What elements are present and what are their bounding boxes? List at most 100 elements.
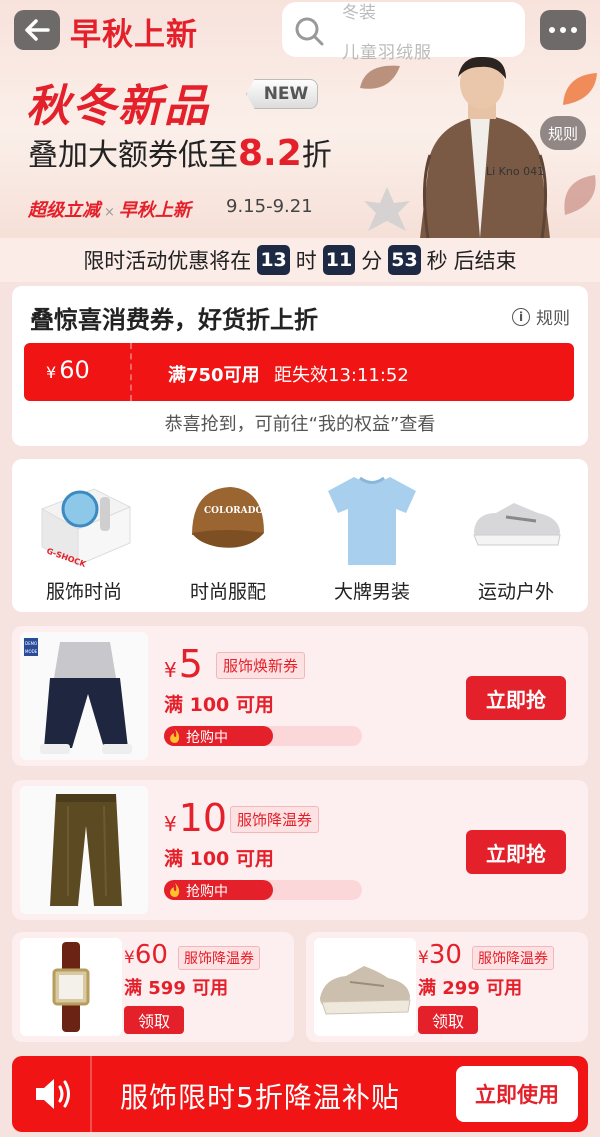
coupon-card-title: 叠惊喜消费券，好货折上折 <box>30 306 318 334</box>
small-coupon-card: ¥30 服饰降温券 满 299 可用 领取 <box>306 932 588 1042</box>
grab-coupon-button[interactable]: 立即抢 <box>466 676 566 720</box>
category-label: 运动户外 <box>477 581 554 603</box>
category-label: 大牌男装 <box>333 581 410 603</box>
page-title: 早秋上新 <box>70 17 198 53</box>
promo-currency: ¥ <box>164 812 177 836</box>
use-now-button[interactable]: 立即使用 <box>456 1066 578 1122</box>
coupon-condition: 满750可用 <box>168 365 260 386</box>
small-coupon-price: ¥30 <box>418 940 462 970</box>
dot-icon <box>571 27 577 33</box>
hero-rules-button[interactable]: 规则 <box>540 116 586 150</box>
arrow-left-icon <box>25 19 50 41</box>
flame-icon <box>170 883 180 897</box>
new-badge: NEW <box>246 79 318 109</box>
hero-campaign-tags: 超级立减 × 早秋上新 <box>28 196 191 222</box>
more-menu-button[interactable] <box>540 10 586 50</box>
campaign-tag-left: 超级立减 <box>28 200 100 221</box>
countdown-banner: 限时活动优惠将在 13 时 11 分 53 秒 后结束 <box>0 238 600 282</box>
brand-logo-text: DEMO <box>25 641 37 646</box>
baseball-cap-icon: COLORADO <box>192 487 264 548</box>
small-coupon-currency: ¥ <box>418 948 429 968</box>
small-coupon-price: ¥60 <box>124 940 168 970</box>
bottom-subsidy-bar: 服饰限时5折降温补贴 立即使用 <box>12 1056 588 1132</box>
wrist-watch-photo <box>20 938 122 1036</box>
claim-coupon-button[interactable]: 领取 <box>418 1006 478 1034</box>
promo-currency: ¥ <box>164 658 177 682</box>
chunky-sneaker-photo <box>314 938 416 1036</box>
promo-progress-bar: 抢购中 <box>164 726 362 746</box>
small-coupon-tag: 服饰降温券 <box>472 946 554 970</box>
countdown-hours: 13 <box>257 245 290 275</box>
category-grid: G-SHOCK 服饰时尚 COLORADO 时尚服配 大牌男装 运动户外 <box>12 459 588 612</box>
hero-banner: Li Kno 041 早秋上新 冬装 儿童羽绒服 秋冬新品 NEW 叠加大额券低… <box>0 0 600 238</box>
coupon-tip-text: 恭喜抢到，可前往“我的权益”查看 <box>164 414 436 435</box>
category-label: 时尚服配 <box>189 581 266 603</box>
leaf-decoration-icon <box>564 175 596 215</box>
countdown-minutes-unit: 分 <box>361 249 383 273</box>
coupon-rules-link[interactable]: i 规则 <box>512 304 570 329</box>
hero-headline: 秋冬新品 <box>26 81 210 132</box>
coupon-rules-label: 规则 <box>536 309 570 329</box>
corduroy-pants-photo <box>20 786 148 914</box>
promo-status: 抢购中 <box>186 884 228 900</box>
promo-min-spend: 满 100 可用 <box>164 848 274 870</box>
jeans-model-photo: DEMO MODE <box>20 632 148 760</box>
model-shirt-text: Li Kno 041 <box>486 165 544 178</box>
sneaker-icon <box>473 503 561 546</box>
campaign-tag-separator: × <box>104 205 115 220</box>
model-photo: Li Kno 041 <box>420 56 550 238</box>
dot-icon <box>560 27 566 33</box>
bottom-bar-divider <box>90 1056 92 1132</box>
tshirt-icon <box>328 476 416 565</box>
small-coupon-min-spend: 满 299 可用 <box>418 978 523 999</box>
promo-price: ¥5 <box>164 642 203 686</box>
promo-amount: 5 <box>178 642 203 686</box>
promo-coupon-tag: 服饰降温券 <box>230 806 320 833</box>
promo-min-spend: 满 100 可用 <box>164 694 274 716</box>
countdown-seconds: 53 <box>388 245 421 275</box>
promo-coupon-row: ¥10 服饰降温券 满 100 可用 抢购中 立即抢 <box>12 780 588 920</box>
countdown-prefix: 限时活动优惠将在 <box>83 249 252 273</box>
small-coupon-amount: 30 <box>428 940 462 970</box>
back-button[interactable] <box>14 10 60 50</box>
promo-coupon-tag: 服饰焕新券 <box>216 652 306 679</box>
search-icon <box>295 17 324 46</box>
category-item-menswear[interactable]: 大牌男装 <box>300 459 444 612</box>
small-coupon-tag: 服饰降温券 <box>178 946 260 970</box>
colorado-brand-text: COLORADO <box>204 506 263 516</box>
grab-coupon-button[interactable]: 立即抢 <box>466 830 566 874</box>
coupon-ticket[interactable]: ¥60 满750可用 距失效13:11:52 <box>24 343 574 401</box>
coupon-amount-value: 60 <box>59 356 90 384</box>
countdown-suffix: 后结束 <box>453 249 517 273</box>
hero-subline-suffix: 折 <box>301 138 332 173</box>
promo-amount: 10 <box>178 796 228 840</box>
category-label: 服饰时尚 <box>45 581 122 603</box>
consumption-coupon-card: 叠惊喜消费券，好货折上折 i 规则 ¥60 满750可用 距失效13:11:52… <box>12 286 588 446</box>
flame-icon <box>170 729 180 743</box>
search-placeholder-top: 冬装 <box>342 3 376 23</box>
promo-coupon-row: DEMO MODE ¥5 服饰焕新券 满 100 可用 抢购中 立即抢 <box>12 626 588 766</box>
countdown-seconds-unit: 秒 <box>426 249 448 273</box>
search-input[interactable]: 冬装 儿童羽绒服 <box>282 2 525 63</box>
leaf-decoration-icon <box>563 73 597 105</box>
ticket-divider <box>130 343 132 401</box>
watch-gift-box-icon: G-SHOCK <box>40 488 132 569</box>
coupon-amount: ¥60 <box>46 356 90 384</box>
info-icon: i <box>512 307 530 326</box>
leaf-decoration-icon <box>360 65 400 89</box>
category-item-fashion[interactable]: G-SHOCK 服饰时尚 <box>12 459 156 612</box>
promo-price: ¥10 <box>164 796 227 840</box>
hero-subline-prefix: 叠加大额券低至 <box>28 138 238 173</box>
campaign-date-range: 9.15-9.21 <box>226 196 313 217</box>
category-item-accessories[interactable]: COLORADO 时尚服配 <box>156 459 300 612</box>
search-placeholder-bottom: 儿童羽绒服 <box>342 43 432 63</box>
hero-discount-value: 8.2 <box>238 133 302 174</box>
small-coupon-amount: 60 <box>134 940 168 970</box>
brand-logo-text: MODE <box>25 649 38 654</box>
promo-status: 抢购中 <box>186 730 228 746</box>
small-coupon-min-spend: 满 599 可用 <box>124 978 229 999</box>
countdown-minutes: 11 <box>322 245 356 275</box>
claim-coupon-button[interactable]: 领取 <box>124 1006 184 1034</box>
countdown-hours-unit: 时 <box>295 249 317 273</box>
category-item-sports[interactable]: 运动户外 <box>444 459 588 612</box>
